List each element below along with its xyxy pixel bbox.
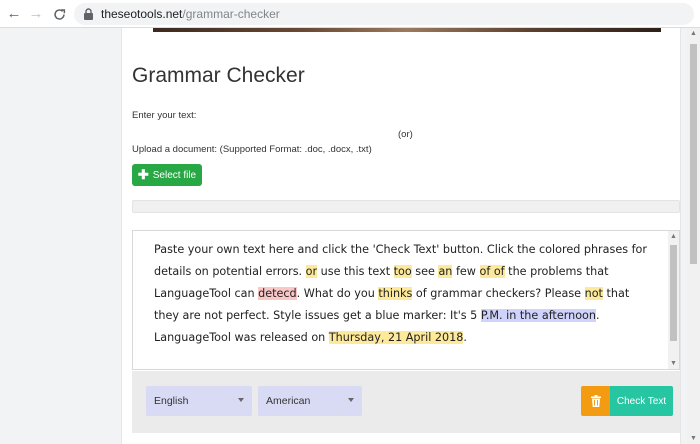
scroll-up-icon[interactable]: ▲ [690, 30, 697, 37]
trash-icon [590, 395, 601, 407]
caret-down-icon [348, 398, 354, 402]
editor-text-segment: . [463, 331, 467, 344]
scroll-down-icon[interactable]: ▼ [668, 358, 679, 369]
enter-text-label: Enter your text: [132, 110, 197, 121]
error-highlight-yellow[interactable]: Thursday, 21 April 2018 [328, 331, 464, 344]
select-file-button[interactable]: ✚ Select file [132, 164, 202, 186]
scroll-down-icon[interactable]: ▼ [690, 435, 697, 442]
text-editor[interactable]: Paste your own text here and click the '… [132, 230, 680, 370]
or-label: (or) [398, 129, 413, 140]
main-content: Grammar Checker Enter your text: (or) Up… [121, 28, 681, 444]
page-title: Grammar Checker [132, 64, 305, 87]
address-bar[interactable]: theseotools.net/grammar-checker [74, 3, 694, 25]
editor-text[interactable]: Paste your own text here and click the '… [154, 239, 654, 349]
browser-toolbar: ← → theseotools.net/grammar-checker [0, 0, 700, 28]
editor-scrollbar[interactable]: ▲ ▼ [668, 231, 679, 369]
editor-text-segment: few [452, 265, 480, 278]
variant-select[interactable]: American [258, 386, 362, 416]
url-path: /grammar-checker [182, 7, 280, 21]
error-highlight-yellow[interactable]: an [438, 265, 453, 278]
header-image [153, 28, 661, 32]
error-highlight-blue[interactable]: P.M. in the afternoon [480, 309, 596, 322]
editor-text-segment: see [411, 265, 439, 278]
url-host: theseotools.net [101, 7, 183, 21]
error-highlight-yellow[interactable]: too [393, 265, 412, 278]
error-highlight-yellow[interactable]: or [305, 265, 318, 278]
page-scrollbar[interactable]: ▲ ▼ [687, 28, 700, 444]
editor-scroll-thumb[interactable] [670, 245, 677, 341]
error-highlight-yellow[interactable]: not [584, 287, 603, 300]
caret-down-icon [238, 398, 244, 402]
editor-toolbar: English American Check Text [132, 371, 680, 433]
plus-icon: ✚ [137, 167, 149, 182]
select-file-label: Select file [152, 169, 197, 181]
upload-document-label: Upload a document: (Supported Format: .d… [132, 144, 372, 155]
language-select[interactable]: English [146, 386, 252, 416]
check-text-button[interactable]: Check Text [610, 386, 673, 416]
editor-text-segment: use this text [317, 265, 394, 278]
error-highlight-yellow[interactable]: thinks [378, 287, 413, 300]
forward-icon[interactable]: → [26, 4, 46, 24]
clear-text-button[interactable] [581, 386, 610, 416]
page-scroll-thumb[interactable] [690, 44, 697, 264]
error-highlight-red[interactable]: detecd [258, 287, 297, 300]
scroll-up-icon[interactable]: ▲ [668, 231, 679, 242]
language-select-value: English [154, 395, 189, 407]
editor-text-segment: . What do you [296, 287, 379, 300]
page-viewport: Grammar Checker Enter your text: (or) Up… [0, 28, 700, 444]
error-highlight-yellow[interactable]: of of [479, 265, 505, 278]
back-icon[interactable]: ← [4, 4, 24, 24]
editor-text-segment: of grammar checkers? Please [412, 287, 585, 300]
upload-progress-bar [132, 200, 680, 213]
variant-select-value: American [266, 395, 311, 407]
reload-icon[interactable] [49, 4, 69, 24]
lock-icon [83, 8, 95, 20]
